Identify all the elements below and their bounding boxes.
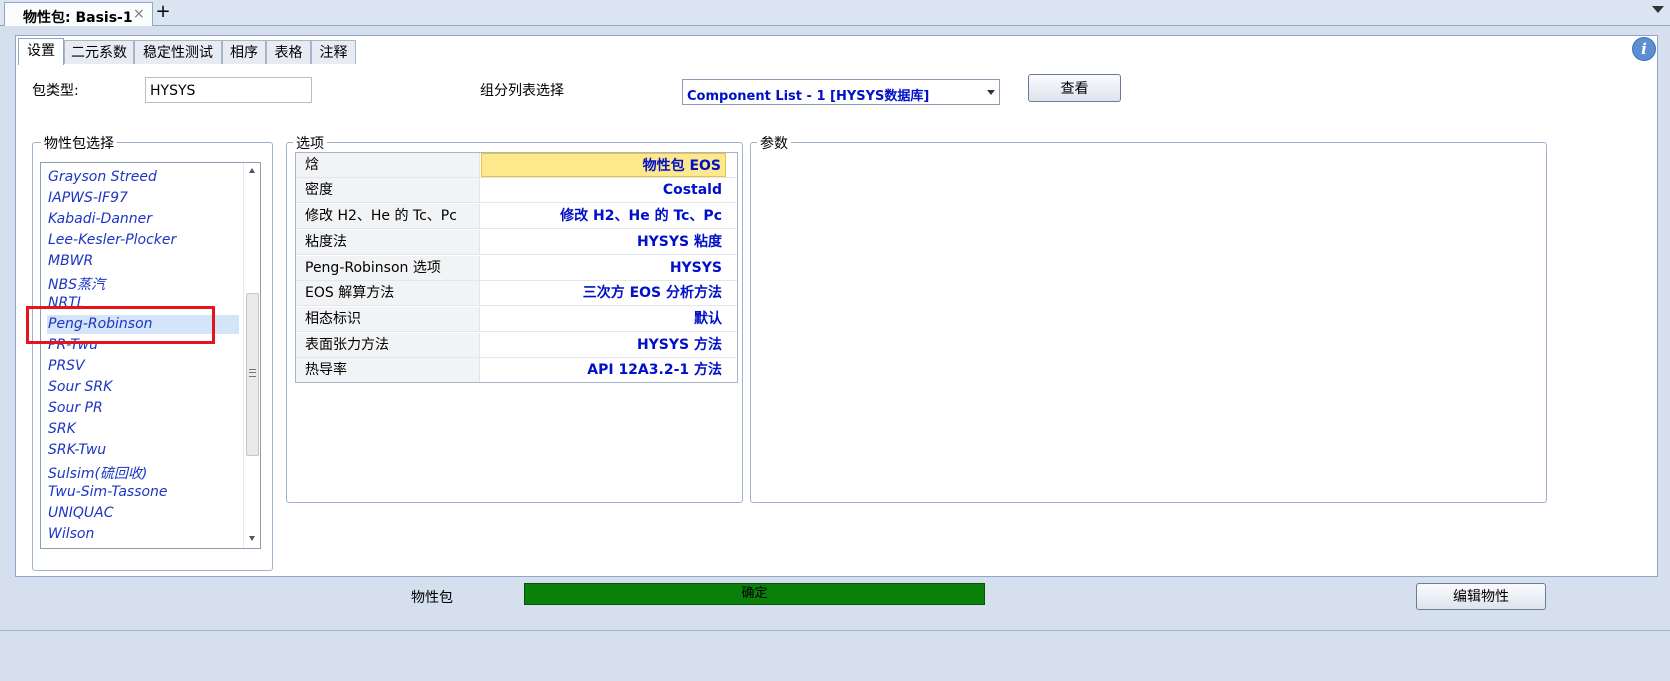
list-item[interactable]: IAPWS-IF97 [48, 190, 128, 206]
package-list[interactable]: Grayson Streed IAPWS-IF97 Kabadi-Danner … [40, 162, 261, 549]
table-row: 表面张力方法 HYSYS 方法 [296, 333, 737, 358]
option-name: 密度 [296, 178, 480, 202]
list-item[interactable]: SRK [48, 421, 76, 437]
option-name: 热导率 [296, 358, 480, 382]
list-item[interactable]: PRSV [48, 358, 85, 374]
options-grid: 焓 物性包 EOS 密度 Costald 修改 H2、He 的 Tc、Pc 修改… [295, 152, 738, 383]
list-item[interactable]: Kabadi-Danner [48, 211, 152, 227]
option-name: 相态标识 [296, 307, 480, 331]
list-item[interactable]: Grayson Streed [48, 169, 157, 185]
parameters-title: 参数 [757, 133, 791, 153]
table-row: Peng-Robinson 选项 HYSYS [296, 256, 737, 281]
table-row: 修改 H2、He 的 Tc、Pc 修改 H2、He 的 Tc、Pc [296, 204, 737, 229]
package-type-field[interactable]: HYSYS [145, 77, 312, 103]
option-value[interactable]: 物性包 EOS [481, 153, 726, 177]
table-row: 焓 物性包 EOS [296, 153, 737, 178]
view-button[interactable]: 查看 [1028, 74, 1121, 102]
tab-tables[interactable]: 表格 [266, 40, 311, 64]
table-row: 密度 Costald [296, 178, 737, 203]
selection-annotation-box [26, 306, 215, 344]
add-tab-icon[interactable]: + [155, 3, 171, 21]
option-value[interactable]: API 12A3.2-1 方法 [481, 358, 726, 382]
option-value[interactable]: 修改 H2、He 的 Tc、Pc [481, 204, 726, 228]
tab-binary-coefficients[interactable]: 二元系数 [64, 40, 134, 64]
property-package-status-label: 物性包 [411, 590, 453, 606]
list-item[interactable]: Twu-Sim-Tassone [48, 484, 168, 500]
component-list-select[interactable]: Component List - 1 [HYSYS数据库] [682, 79, 1000, 105]
options-title: 选项 [293, 133, 327, 153]
table-row: EOS 解算方法 三次方 EOS 分析方法 [296, 281, 737, 306]
tab-stability-test[interactable]: 稳定性测试 [134, 40, 222, 64]
package-selection-title: 物性包选择 [41, 133, 117, 153]
tab-phase-order[interactable]: 相序 [222, 40, 266, 64]
component-list-label: 组分列表选择 [480, 83, 564, 99]
list-scrollbar[interactable] [243, 163, 260, 548]
chevron-down-icon[interactable] [1652, 6, 1664, 13]
list-item[interactable]: Wilson [48, 526, 94, 542]
document-tab-label: 物性包: Basis-1 [23, 10, 133, 26]
window-bottom-border [0, 630, 1670, 631]
list-item[interactable]: Sour SRK [48, 379, 112, 395]
option-name: 修改 H2、He 的 Tc、Pc [296, 204, 480, 228]
list-item[interactable]: Lee-Kesler-Plocker [48, 232, 176, 248]
parameters-group: 参数 [750, 133, 1547, 503]
list-item[interactable]: MBWR [48, 253, 93, 269]
option-value[interactable]: Costald [481, 178, 726, 202]
scrollbar-thumb[interactable] [246, 293, 259, 456]
package-type-label: 包类型: [32, 83, 79, 99]
option-name: EOS 解算方法 [296, 281, 480, 305]
grip-icon [249, 369, 256, 377]
scroll-down-icon[interactable] [249, 536, 255, 541]
close-icon[interactable]: × [133, 6, 145, 22]
list-item[interactable]: UNIQUAC [48, 505, 113, 521]
chevron-down-icon[interactable] [987, 90, 995, 95]
component-list-value: Component List - 1 [HYSYS数据库] [687, 89, 930, 104]
scroll-up-icon[interactable] [249, 168, 255, 173]
option-name: 焓 [296, 153, 480, 177]
list-item[interactable]: Sulsim(硫回收) [48, 463, 147, 483]
list-item[interactable]: SRK-Twu [48, 442, 106, 458]
list-item[interactable]: Sour PR [48, 400, 103, 416]
option-name: Peng-Robinson 选项 [296, 256, 480, 280]
option-name: 粘度法 [296, 230, 480, 254]
option-value[interactable]: HYSYS 粘度 [481, 230, 726, 254]
document-tab-strip: 物性包: Basis-1 × + [0, 0, 1670, 26]
option-value[interactable]: HYSYS 方法 [481, 333, 726, 357]
table-row: 相态标识 默认 [296, 307, 737, 332]
status-badge: 确定 [524, 583, 985, 605]
table-row: 热导率 API 12A3.2-1 方法 [296, 358, 737, 383]
list-item[interactable]: NBS蒸汽 [48, 274, 105, 294]
option-value[interactable]: 默认 [481, 307, 726, 331]
option-value[interactable]: 三次方 EOS 分析方法 [481, 281, 726, 305]
tab-notes[interactable]: 注释 [311, 40, 356, 64]
document-tab[interactable]: 物性包: Basis-1 × [4, 2, 153, 26]
table-row: 粘度法 HYSYS 粘度 [296, 230, 737, 255]
option-name: 表面张力方法 [296, 333, 480, 357]
tab-setup[interactable]: 设置 [18, 38, 64, 65]
option-value[interactable]: HYSYS [481, 256, 726, 280]
edit-properties-button[interactable]: 编辑物性 [1416, 583, 1546, 610]
info-icon[interactable]: i [1632, 37, 1656, 61]
